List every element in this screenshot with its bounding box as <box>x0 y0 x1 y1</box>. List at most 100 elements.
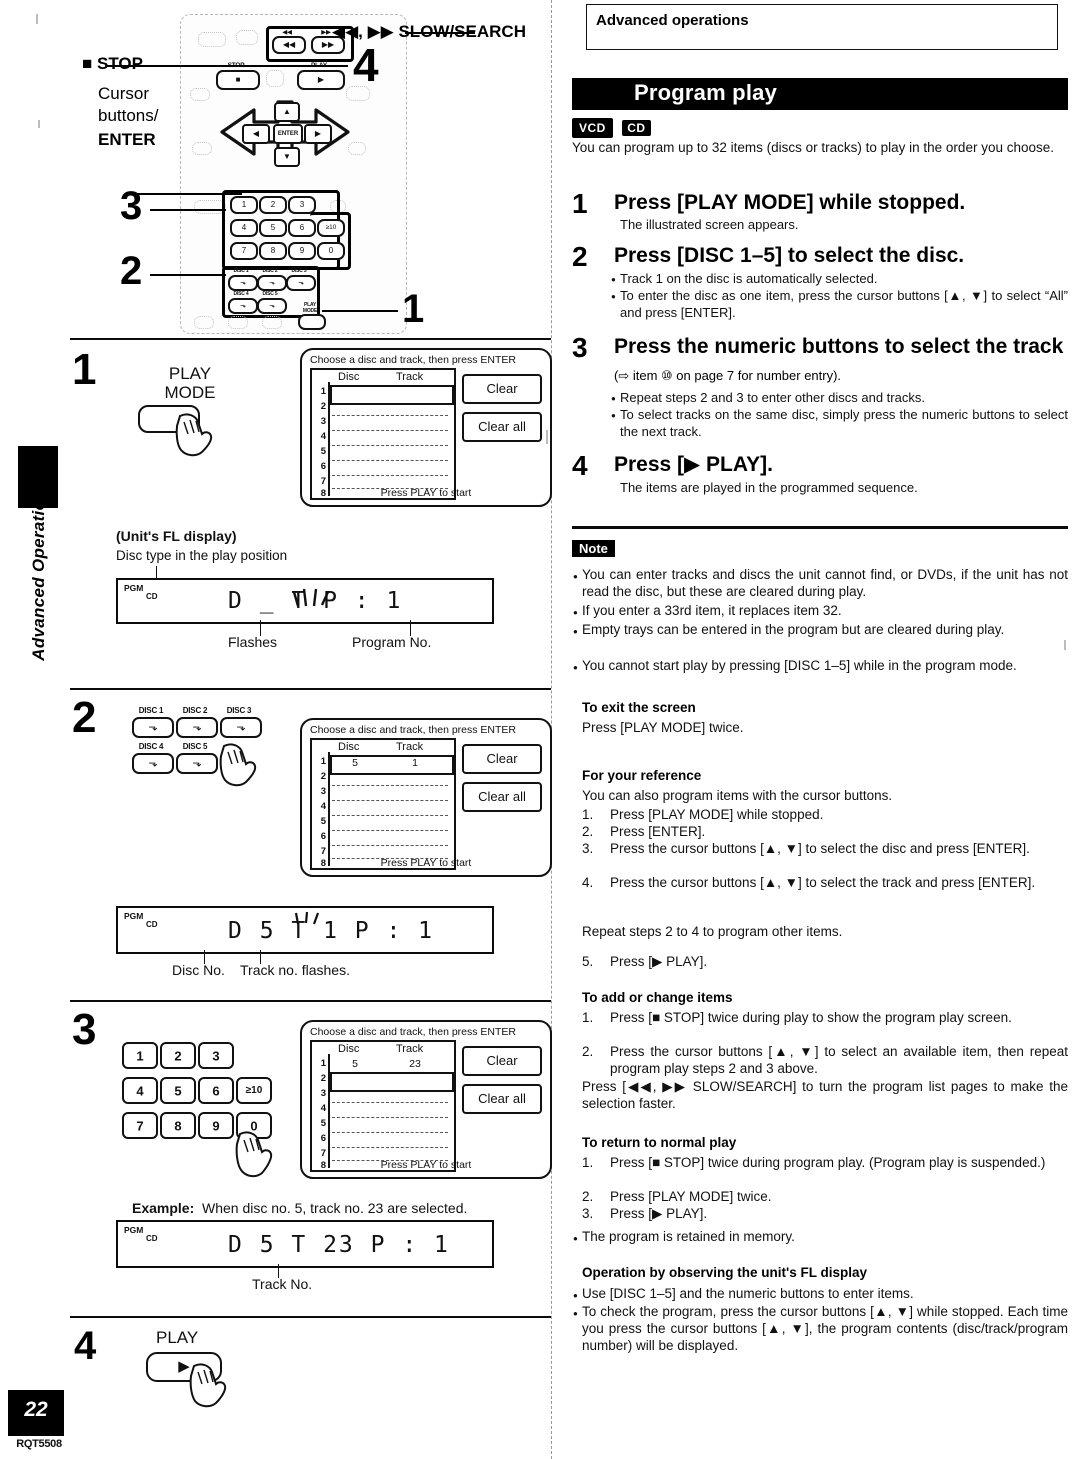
num-key-4[interactable]: 4 <box>122 1077 158 1104</box>
osd-program-list: Disc Track 5 1 1 2 3 4 5 6 7 8 <box>310 738 456 870</box>
cursor-left-button[interactable]: ◀ <box>242 124 270 144</box>
disc-2-button[interactable]: ⬎ <box>257 275 287 291</box>
right-step-1-heading: Press [PLAY MODE] while stopped. <box>614 191 966 214</box>
fl-segment-readout-step2: D 5 T 1 P : 1 <box>228 918 435 944</box>
osd-selected-row[interactable] <box>330 385 454 405</box>
for-reference-heading: For your reference <box>582 768 702 783</box>
fl-operation-heading: Operation by observing the unit's FL dis… <box>582 1265 868 1280</box>
osd-program-list: Disc Track 1 2 3 4 5 6 7 8 <box>310 368 456 500</box>
disc-3-caption: DISC 3 <box>226 706 252 715</box>
ghost-key <box>236 30 258 45</box>
disc-4-key[interactable]: ⬎ <box>132 753 174 774</box>
step-rule-2 <box>70 688 551 690</box>
num-key-6[interactable]: 6 <box>198 1077 234 1104</box>
numeric-keypad-extension-box <box>310 212 351 270</box>
section-tab-label: Advanced Operations <box>29 479 48 661</box>
disc-1-label: DISC 1 <box>233 268 249 274</box>
osd-footer: Press PLAY to start <box>380 1159 472 1171</box>
play-mode-key[interactable] <box>298 314 326 330</box>
disc-2-key[interactable]: ⬎ <box>176 717 218 738</box>
fl-display-caption: (Unit's FL display) <box>116 528 237 544</box>
pointing-hand-icon <box>175 413 213 457</box>
fl-flashes-label: Flashes <box>228 634 278 650</box>
ghost-key <box>228 316 248 329</box>
page-number: 22 <box>24 1398 48 1421</box>
callout-cursor-line2: buttons/ <box>98 106 159 125</box>
cd-badge: CD <box>622 120 651 136</box>
numeric-key-2[interactable]: 2 <box>259 196 287 214</box>
osd-clear-all-button[interactable]: Clear all <box>462 1084 542 1114</box>
num-key-9[interactable]: 9 <box>198 1112 234 1139</box>
play-button[interactable]: ▶ <box>297 70 345 90</box>
rewind-search-button[interactable]: ◀◀ <box>272 36 306 54</box>
stop-button[interactable]: ■ <box>216 70 260 90</box>
disc-1-button[interactable]: ⬎ <box>228 275 258 291</box>
osd-clear-button[interactable]: Clear <box>462 1046 542 1076</box>
osd-clear-all-button[interactable]: Clear all <box>462 412 542 442</box>
right-step-2-bullet-1: Track 1 on the disc is automatically sel… <box>611 271 1068 288</box>
pointing-hand-icon <box>189 1363 227 1408</box>
right-step-2-bullet-2: To enter the disc as one item, press the… <box>611 288 1068 321</box>
return-normal-item-1: 1. Press [■ STOP] twice during program pl… <box>582 1155 1046 1170</box>
num-key-5[interactable]: 5 <box>160 1077 196 1104</box>
play-mode-button-caption: PLAY MODE <box>164 364 216 402</box>
step-rule-4 <box>70 1316 551 1318</box>
cursor-down-button[interactable]: ▼ <box>274 147 300 167</box>
right-step-4-heading: Press [▶ PLAY]. <box>614 453 773 476</box>
disc-4-caption: DISC 4 <box>138 742 164 751</box>
right-step-3-bullet-2: To select tracks on the same disc, simpl… <box>611 407 1068 440</box>
leader-step1-remote <box>322 310 398 312</box>
pause-button-ghost[interactable] <box>266 70 284 87</box>
numeric-key-4[interactable]: 4 <box>230 219 258 237</box>
num-key-7[interactable]: 7 <box>122 1112 158 1139</box>
numeric-key-1[interactable]: 1 <box>230 196 258 214</box>
num-key-2[interactable]: 2 <box>160 1042 196 1069</box>
for-reference-item-4: 4. Press the cursor buttons [▲, ▼] to sel… <box>582 875 1036 890</box>
disc-1-key[interactable]: ⬎ <box>132 717 174 738</box>
cursor-up-button[interactable]: ▲ <box>274 102 300 122</box>
for-reference-item-1: 1. Press [PLAY MODE] while stopped. <box>582 807 824 822</box>
disc-5-button[interactable]: ⬎ <box>257 298 287 314</box>
osd-clear-all-button[interactable]: Clear all <box>462 782 542 812</box>
for-reference-intro: You can also program items with the curs… <box>582 788 893 803</box>
num-key-1[interactable]: 1 <box>122 1042 158 1069</box>
osd-footer: Press PLAY to start <box>380 857 472 869</box>
return-normal-item-2: 2. Press [PLAY MODE] twice. <box>582 1189 772 1204</box>
program-play-intro: You can program up to 32 items (discs or… <box>572 140 1054 155</box>
enter-button[interactable]: ENTER <box>273 124 303 144</box>
disc-4-button[interactable]: ⬎ <box>228 298 258 314</box>
disc-1-caption: DISC 1 <box>138 706 164 715</box>
osd-clear-button[interactable]: Clear <box>462 374 542 404</box>
numeric-key-7[interactable]: 7 <box>230 242 258 260</box>
osd-selected-row[interactable] <box>330 1072 454 1092</box>
left-step-number-1: 1 <box>72 345 97 394</box>
num-key-over10[interactable]: ≥10 <box>236 1077 272 1104</box>
numeric-key-5[interactable]: 5 <box>259 219 287 237</box>
disc-3-label: DISC 3 <box>291 268 307 274</box>
right-step-4-number: 4 <box>572 450 588 481</box>
numeric-key-8[interactable]: 8 <box>259 242 287 260</box>
fl-disc-type-label: Disc type in the play position <box>116 548 288 563</box>
note-bullet-4: You cannot start play by pressing [DISC … <box>573 657 1068 676</box>
note-divider <box>572 526 1068 529</box>
right-step-3-heading: Press the numeric buttons to select the … <box>614 334 1068 388</box>
cursor-right-button[interactable]: ▶ <box>304 124 332 144</box>
add-change-item-1: 1. Press [■ STOP] twice during play to sh… <box>582 1010 1012 1025</box>
disc-5-key[interactable]: ⬎ <box>176 753 218 774</box>
callout-number-1: 1 <box>402 287 425 331</box>
num-key-3[interactable]: 3 <box>198 1042 234 1069</box>
flash-rays-icon <box>292 588 330 607</box>
fl-display-panel-step3: PGM CD D 5 T 23 P : 1 <box>116 1220 494 1268</box>
num-key-8[interactable]: 8 <box>160 1112 196 1139</box>
disc-3-button[interactable]: ⬎ <box>286 275 316 291</box>
for-reference-item-2: 2. Press [ENTER]. <box>582 824 706 839</box>
callout-number-2: 2 <box>120 249 143 293</box>
scan-artifact <box>38 120 40 128</box>
right-step-2-number: 2 <box>572 241 588 272</box>
disc-3-key[interactable]: ⬎ <box>220 717 262 738</box>
right-step-1: 1 Press [PLAY MODE] while stopped. The i… <box>572 188 1068 236</box>
example-label: Example: <box>132 1200 195 1216</box>
scan-artifact <box>1064 640 1066 650</box>
osd-screen-step2: Choose a disc and track, then press ENTE… <box>300 718 552 877</box>
osd-clear-button[interactable]: Clear <box>462 744 542 774</box>
